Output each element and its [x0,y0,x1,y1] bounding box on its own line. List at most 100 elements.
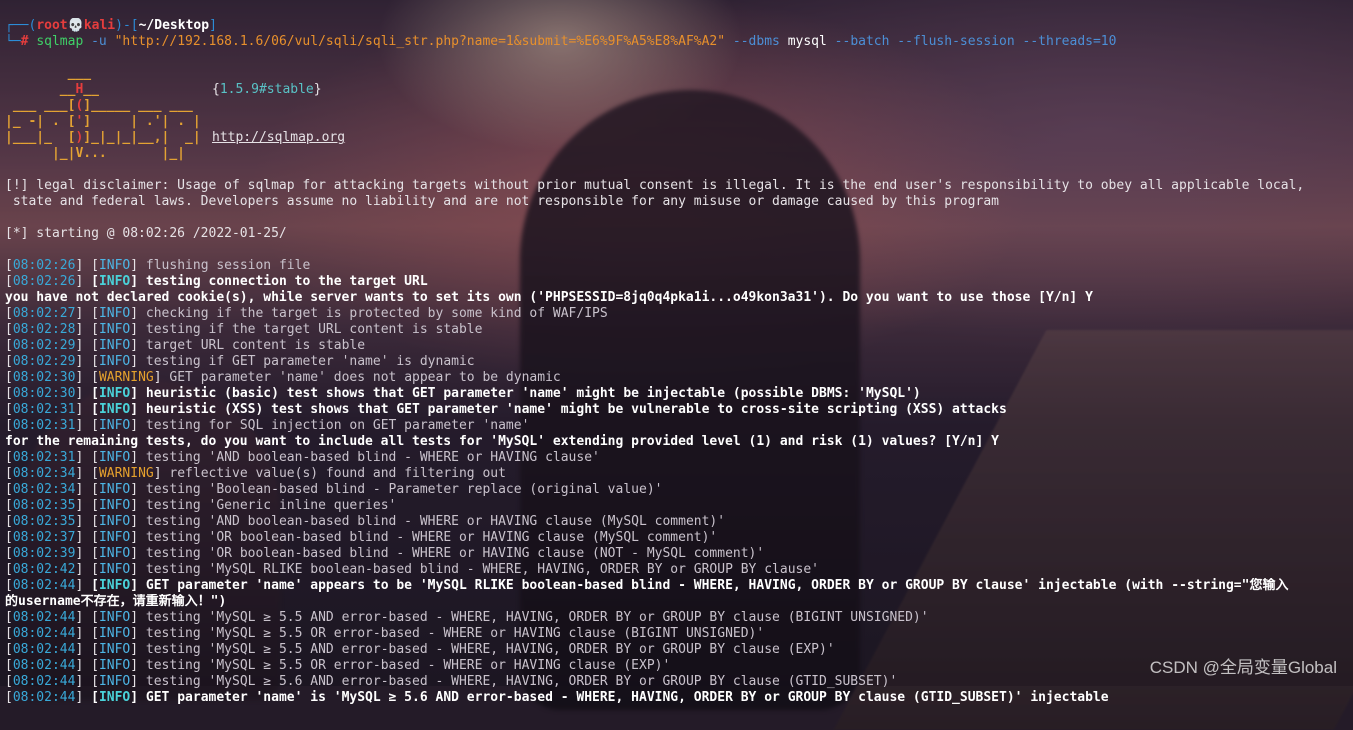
log-message: testing connection to the target URL [145,274,428,289]
log-line: [08:02:44] [INFO] GET parameter 'name' a… [5,578,1289,593]
log-timestamp: 08:02:31 [12,402,76,417]
log-level: INFO [98,450,131,465]
log-line: [08:02:30] [WARNING] GET parameter 'name… [5,370,561,385]
log-timestamp: 08:02:39 [12,546,76,561]
log-line: [08:02:31] [INFO] testing for SQL inject… [5,418,530,433]
sqlmap-url-link[interactable]: http://sqlmap.org [212,130,345,145]
opt-flush-session: --flush-session [897,34,1015,49]
version-text: 1.5.9#stable [219,82,314,97]
disclaimer-line-1: [!] legal disclaimer: Usage of sqlmap fo… [5,178,1305,193]
log-message: testing 'Boolean-based blind - Parameter… [145,482,663,497]
log-timestamp: 08:02:31 [12,418,76,433]
log-line: [08:02:44] [INFO] testing 'MySQL ≥ 5.5 A… [5,610,929,625]
log-message: testing 'MySQL ≥ 5.5 OR error-based - WH… [145,658,671,673]
log-line: [08:02:27] [INFO] checking if the target… [5,306,608,321]
log-level: INFO [98,626,131,641]
log-level: INFO [98,546,131,561]
log-message: testing if GET parameter 'name' is dynam… [145,354,475,369]
log-message: testing 'MySQL ≥ 5.5 AND error-based - W… [145,610,929,625]
log-timestamp: 08:02:29 [12,338,76,353]
log-level: INFO [98,658,131,673]
log-level: INFO [98,514,131,529]
log-level: INFO [98,418,131,433]
log-level: INFO [98,562,131,577]
log-timestamp: 08:02:44 [12,610,76,625]
log-timestamp: 08:02:42 [12,562,76,577]
log-message: testing 'Generic inline queries' [145,498,397,513]
log-timestamp: 08:02:30 [12,370,76,385]
prompt-question: for the remaining tests, do you want to … [5,434,999,449]
log-line: you have not declared cookie(s), while s… [5,290,1353,306]
log-level: INFO [98,578,131,593]
log-timestamp: 08:02:35 [12,514,76,529]
log-level: INFO [98,482,131,497]
log-message: testing 'OR boolean-based blind - WHERE … [145,530,718,545]
url-argument: "http://192.168.1.6/06/vul/sqli/sqli_str… [114,34,726,49]
log-timestamp: 08:02:26 [12,258,76,273]
log-level: INFO [98,690,131,705]
log-line: [08:02:34] [INFO] testing 'Boolean-based… [5,482,663,497]
log-message: testing 'MySQL ≥ 5.5 OR error-based - WH… [145,626,765,641]
prompt-host: kali [83,18,116,33]
log-level: INFO [98,674,131,689]
log-level: INFO [98,530,131,545]
log-timestamp: 08:02:44 [12,690,76,705]
log-line: [08:02:39] [INFO] testing 'OR boolean-ba… [5,546,765,561]
log-line: [08:02:44] [INFO] GET parameter 'name' i… [5,690,1109,705]
logo-art-line: |_|V... |_| [5,146,209,161]
log-message: testing 'AND boolean-based blind - WHERE… [145,450,600,465]
log-message: reflective value(s) found and filtering … [169,466,506,481]
logo-art-line: |_ -| . ['] | .'| . | [5,114,201,129]
sqlmap-banner: ___ __H__ ___ ___[(]_____ ___ ___ |_ -| … [5,66,1353,162]
log-line: 的username不存在，请重新输入！") [5,594,1353,610]
log-message: checking if the target is protected by s… [145,306,608,321]
log-message: GET parameter 'name' is 'MySQL ≥ 5.6 AND… [145,690,1109,705]
sqlmap-logo: ___ __H__ ___ ___[(]_____ ___ ___ |_ -| … [5,66,209,162]
log-level: WARNING [98,370,154,385]
log-timestamp: 08:02:31 [12,450,76,465]
logo-art-line: ___ ___[(]_____ ___ ___ [5,98,209,113]
prompt-question: 的username不存在，请重新输入！") [5,594,227,609]
log-level: INFO [98,610,131,625]
log-message: heuristic (XSS) test shows that GET para… [145,402,1007,417]
log-timestamp: 08:02:27 [12,306,76,321]
log-timestamp: 08:02:28 [12,322,76,337]
log-level: INFO [98,386,131,401]
log-line: [08:02:29] [INFO] testing if GET paramet… [5,354,475,369]
log-line: [08:02:30] [INFO] heuristic (basic) test… [5,386,921,401]
skull-icon: 💀 [67,18,84,33]
logo-art-line: __H__ [5,82,99,97]
prompt-hash: # [20,34,29,49]
log-output: [08:02:26] [INFO] flushing session file [… [5,258,1353,706]
log-message: testing 'MySQL RLIKE boolean-based blind… [145,562,819,577]
log-timestamp: 08:02:44 [12,658,76,673]
log-timestamp: 08:02:37 [12,530,76,545]
log-timestamp: 08:02:44 [12,626,76,641]
log-line: [08:02:31] [INFO] heuristic (XSS) test s… [5,402,1007,417]
log-level: INFO [98,354,131,369]
log-message: heuristic (basic) test shows that GET pa… [145,386,921,401]
log-message: testing 'AND boolean-based blind - WHERE… [145,514,726,529]
log-level: INFO [98,498,131,513]
log-level: INFO [98,258,131,273]
log-line: [08:02:42] [INFO] testing 'MySQL RLIKE b… [5,562,819,577]
log-level: INFO [98,274,131,289]
log-level: INFO [98,306,131,321]
prompt-header: ┌──(root💀kali)-[~/Desktop] [5,18,217,33]
log-line: [08:02:26] [INFO] flushing session file [5,258,311,273]
log-message: testing 'OR boolean-based blind - WHERE … [145,546,765,561]
dbms-value: mysql [787,34,827,49]
log-line: [08:02:29] [INFO] target URL content is … [5,338,366,353]
log-timestamp: 08:02:44 [12,578,76,593]
log-message: testing if the target URL content is sta… [145,322,483,337]
log-level: INFO [98,642,131,657]
opt-u: -u [91,34,107,49]
log-message: testing 'MySQL ≥ 5.6 AND error-based - W… [145,674,898,689]
log-timestamp: 08:02:30 [12,386,76,401]
log-timestamp: 08:02:34 [12,482,76,497]
opt-batch: --batch [834,34,890,49]
log-level: WARNING [98,466,154,481]
command-line[interactable]: └─# sqlmap -u "http://192.168.1.6/06/vul… [5,34,1353,50]
log-message: target URL content is stable [145,338,366,353]
terminal-output[interactable]: ┌──(root💀kali)-[~/Desktop] └─# sqlmap -u… [5,18,1353,706]
